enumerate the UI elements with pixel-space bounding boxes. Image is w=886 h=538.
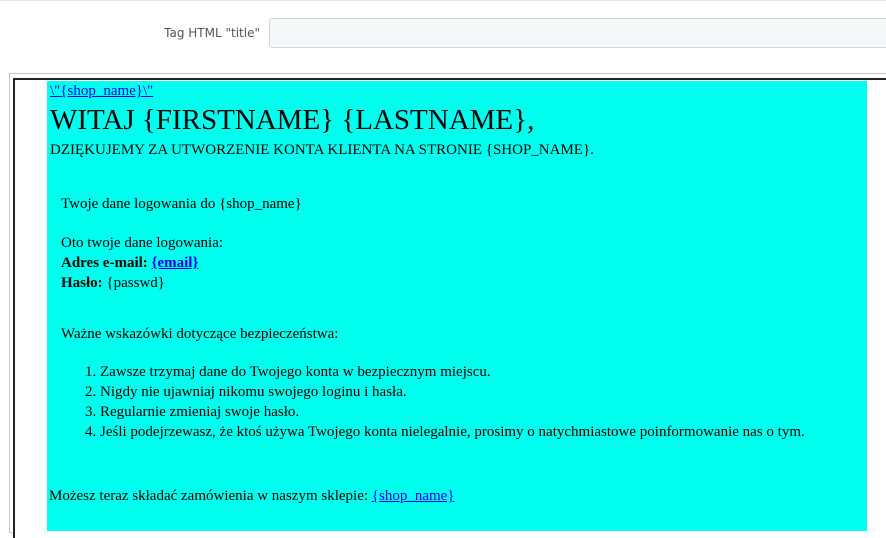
meta-title-input[interactable] xyxy=(269,18,886,48)
email-value-link[interactable]: {email} xyxy=(152,255,199,271)
login-data-block: Oto twoje dane logowania: Adres e-mail: … xyxy=(61,233,223,293)
security-header: Ważne wskazówki dotyczące bezpieczeństwa… xyxy=(61,326,339,342)
meta-title-row: Tag HTML "title" xyxy=(0,0,886,67)
login-intro: Oto twoje dane logowania: xyxy=(61,235,224,251)
email-preview[interactable]: \"{shop_name}\" WITAJ {FIRSTNAME} {LASTN… xyxy=(47,81,867,531)
security-tips-list: Zawsze trzymaj dane do Twojego konta w b… xyxy=(61,362,805,442)
greeting-heading: WITAJ {FIRSTNAME} {LASTNAME}, xyxy=(50,104,535,136)
shop-name-link[interactable]: \"{shop_name}\" xyxy=(50,83,153,100)
footer-line: Możesz teraz składać zamówienia w naszym… xyxy=(49,488,455,505)
footer-shop-link[interactable]: {shop_name} xyxy=(372,488,455,504)
password-value: {passwd} xyxy=(106,275,165,291)
thanks-text: DZIĘKUJEMY ZA UTWORZENIE KONTA KLIENTA N… xyxy=(50,142,594,158)
email-label: Adres e-mail: xyxy=(61,255,148,271)
security-tip: Jeśli podejrzewasz, że ktoś używa Twojeg… xyxy=(100,422,805,442)
footer-text: Możesz teraz składać zamówienia w naszym… xyxy=(49,488,369,504)
security-tip: Nigdy nie ujawniaj nikomu swojego loginu… xyxy=(100,382,805,402)
password-label: Hasło: xyxy=(61,275,103,291)
security-tip: Regularnie zmieniaj swoje hasło. xyxy=(100,402,805,422)
security-tip: Zawsze trzymaj dane do Twojego konta w b… xyxy=(100,362,805,382)
email-row: Adres e-mail: {email} xyxy=(61,253,223,273)
login-data-header: Twoje dane logowania do {shop_name} xyxy=(61,196,302,212)
meta-title-label: Tag HTML "title" xyxy=(164,26,260,40)
password-row: Hasło: {passwd} xyxy=(61,273,223,293)
